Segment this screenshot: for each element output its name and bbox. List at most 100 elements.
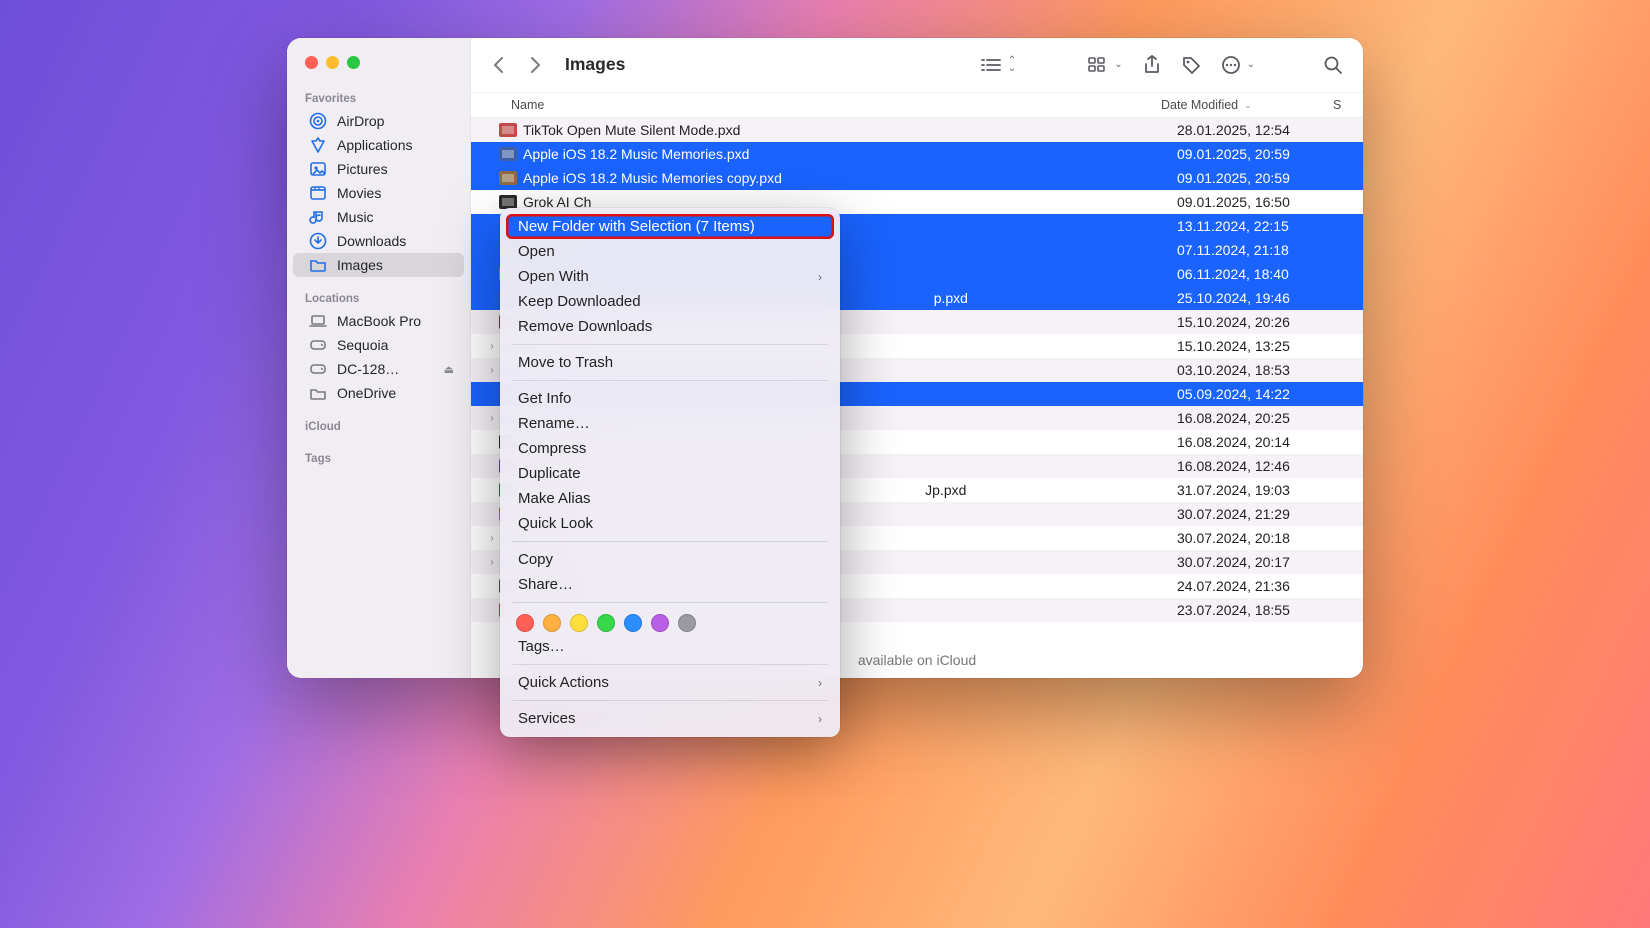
tag-color-dot[interactable] xyxy=(570,614,588,632)
menu-item-rename[interactable]: Rename… xyxy=(506,411,834,436)
disk-icon xyxy=(309,360,327,378)
laptop-icon xyxy=(309,312,327,330)
column-name[interactable]: Name xyxy=(511,98,1161,112)
sidebar-item-applications[interactable]: Applications xyxy=(293,133,464,157)
sidebar-item-macbook-pro[interactable]: MacBook Pro xyxy=(293,309,464,333)
menu-item-keep-downloaded[interactable]: Keep Downloaded xyxy=(506,289,834,314)
movies-icon xyxy=(309,184,327,202)
sidebar-section-tags: Tags xyxy=(287,447,470,469)
downloads-icon xyxy=(309,232,327,250)
tag-color-dot[interactable] xyxy=(624,614,642,632)
menu-item-tags[interactable]: Tags… xyxy=(506,634,834,659)
menu-tag-colors xyxy=(506,608,834,634)
group-button[interactable]: ⌄ xyxy=(1084,55,1126,75)
sidebar-item-downloads[interactable]: Downloads xyxy=(293,229,464,253)
menu-item-copy[interactable]: Copy xyxy=(506,547,834,572)
tag-color-dot[interactable] xyxy=(516,614,534,632)
column-date[interactable]: Date Modified ⌄ xyxy=(1161,98,1333,112)
music-icon xyxy=(309,208,327,226)
menu-item-open[interactable]: Open xyxy=(506,239,834,264)
sidebar-item-label: Sequoia xyxy=(337,337,388,353)
menu-item-label: Remove Downloads xyxy=(518,318,652,335)
menu-item-label: Get Info xyxy=(518,390,571,407)
menu-item-services[interactable]: Services› xyxy=(506,706,834,731)
menu-item-quick-look[interactable]: Quick Look xyxy=(506,511,834,536)
eject-icon[interactable]: ⏏ xyxy=(444,363,454,376)
menu-item-label: Services xyxy=(518,710,576,727)
menu-item-new-folder-with-selection-7-items[interactable]: New Folder with Selection (7 Items) xyxy=(506,214,834,239)
file-date: 16.08.2024, 12:46 xyxy=(1177,458,1349,474)
menu-item-make-alias[interactable]: Make Alias xyxy=(506,486,834,511)
menu-item-share[interactable]: Share… xyxy=(506,572,834,597)
file-date: 15.10.2024, 20:26 xyxy=(1177,314,1349,330)
sidebar-item-airdrop[interactable]: AirDrop xyxy=(293,109,464,133)
menu-item-label: Keep Downloaded xyxy=(518,293,641,310)
context-menu[interactable]: New Folder with Selection (7 Items) OpenO… xyxy=(500,208,840,737)
sidebar-item-label: Music xyxy=(337,209,374,225)
menu-separator xyxy=(512,602,828,603)
menu-item-move-to-trash[interactable]: Move to Trash xyxy=(506,350,834,375)
minimize-button[interactable] xyxy=(326,56,339,69)
file-date: 16.08.2024, 20:25 xyxy=(1177,410,1349,426)
back-button[interactable] xyxy=(487,51,511,79)
sidebar: Favorites AirDropApplicationsPicturesMov… xyxy=(287,38,471,678)
tag-color-dot[interactable] xyxy=(597,614,615,632)
fullscreen-button[interactable] xyxy=(347,56,360,69)
file-date: 09.01.2025, 16:50 xyxy=(1177,194,1349,210)
menu-item-duplicate[interactable]: Duplicate xyxy=(506,461,834,486)
menu-item-label: Compress xyxy=(518,440,586,457)
tag-color-dot[interactable] xyxy=(543,614,561,632)
disclosure-triangle[interactable]: › xyxy=(485,557,499,568)
file-row[interactable]: Apple iOS 18.2 Music Memories copy.pxd09… xyxy=(471,166,1363,190)
disclosure-triangle[interactable]: › xyxy=(485,341,499,352)
file-date: 15.10.2024, 13:25 xyxy=(1177,338,1349,354)
search-icon xyxy=(1323,55,1343,75)
file-name: Apple iOS 18.2 Music Memories copy.pxd xyxy=(523,170,1177,186)
menu-item-open-with[interactable]: Open With› xyxy=(506,264,834,289)
sidebar-item-label: OneDrive xyxy=(337,385,396,401)
menu-item-label: New Folder with Selection (7 Items) xyxy=(518,218,755,235)
forward-button[interactable] xyxy=(523,51,547,79)
disclosure-triangle[interactable]: › xyxy=(485,533,499,544)
sidebar-item-images[interactable]: Images xyxy=(293,253,464,277)
tag-color-dot[interactable] xyxy=(678,614,696,632)
sidebar-item-label: MacBook Pro xyxy=(337,313,421,329)
document-thumbnail-icon xyxy=(499,171,517,185)
menu-item-quick-actions[interactable]: Quick Actions› xyxy=(506,670,834,695)
menu-item-label: Copy xyxy=(518,551,553,568)
tag-color-dot[interactable] xyxy=(651,614,669,632)
menu-item-get-info[interactable]: Get Info xyxy=(506,386,834,411)
document-thumbnail-icon xyxy=(499,123,517,137)
column-headers[interactable]: Name Date Modified ⌄ S xyxy=(471,92,1363,118)
more-button[interactable]: ⌄ xyxy=(1217,53,1259,77)
tags-button[interactable] xyxy=(1177,53,1205,77)
disclosure-triangle[interactable]: › xyxy=(485,413,499,424)
menu-separator xyxy=(512,664,828,665)
file-row[interactable]: TikTok Open Mute Silent Mode.pxd28.01.20… xyxy=(471,118,1363,142)
sidebar-item-pictures[interactable]: Pictures xyxy=(293,157,464,181)
file-row[interactable]: Apple iOS 18.2 Music Memories.pxd09.01.2… xyxy=(471,142,1363,166)
disclosure-triangle[interactable]: › xyxy=(485,365,499,376)
share-button[interactable] xyxy=(1139,53,1165,77)
file-date: 24.07.2024, 21:36 xyxy=(1177,578,1349,594)
menu-item-label: Make Alias xyxy=(518,490,591,507)
sidebar-item-label: DC-128… xyxy=(337,361,399,377)
tag-icon xyxy=(1181,55,1201,75)
view-mode-button[interactable]: ⌃⌄ xyxy=(976,55,1020,75)
sidebar-item-sequoia[interactable]: Sequoia xyxy=(293,333,464,357)
list-view-icon xyxy=(980,57,1002,73)
sidebar-item-dc-128-[interactable]: DC-128… ⏏ xyxy=(293,357,464,381)
sidebar-item-music[interactable]: Music xyxy=(293,205,464,229)
disk-icon xyxy=(309,336,327,354)
menu-item-label: Tags… xyxy=(518,638,565,655)
menu-separator xyxy=(512,380,828,381)
sidebar-item-movies[interactable]: Movies xyxy=(293,181,464,205)
menu-item-compress[interactable]: Compress xyxy=(506,436,834,461)
window-title: Images xyxy=(565,54,625,75)
file-date: 30.07.2024, 20:18 xyxy=(1177,530,1349,546)
menu-item-remove-downloads[interactable]: Remove Downloads xyxy=(506,314,834,339)
column-size[interactable]: S xyxy=(1333,98,1349,112)
sidebar-item-onedrive[interactable]: OneDrive xyxy=(293,381,464,405)
search-button[interactable] xyxy=(1319,53,1347,77)
close-button[interactable] xyxy=(305,56,318,69)
